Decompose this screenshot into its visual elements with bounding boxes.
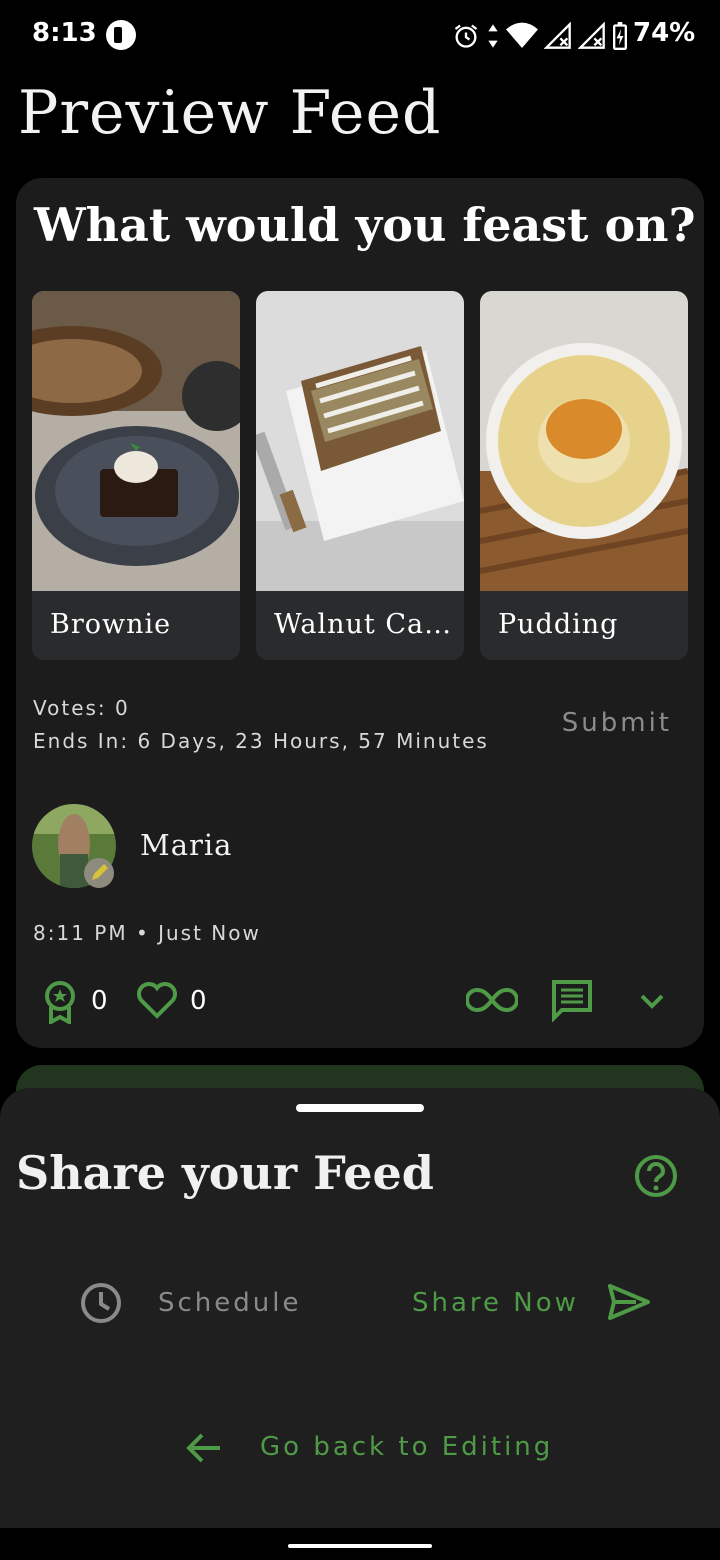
status-bar: 8:13 74% [0, 0, 720, 72]
poll-question: What would you feast on? [34, 198, 696, 252]
signal-icon [544, 22, 571, 49]
comment-icon[interactable] [550, 978, 594, 1022]
schedule-button[interactable]: Schedule [78, 1280, 338, 1330]
clock-icon [81, 1283, 121, 1323]
back-to-editing-button[interactable]: Go back to Editing [184, 1424, 564, 1474]
submit-button[interactable]: Submit [562, 708, 672, 738]
share-now-label: Share Now [412, 1288, 579, 1318]
pudding-photo [480, 291, 688, 591]
share-now-button[interactable]: Share Now [412, 1280, 662, 1330]
post-timestamp: 8:11 PM • Just Now [33, 921, 261, 945]
data-arrows-icon [488, 24, 498, 48]
status-time: 8:13 [32, 18, 97, 48]
wifi-icon [506, 22, 538, 48]
poll-option-pudding[interactable]: Pudding [480, 291, 688, 660]
status-icons [452, 20, 628, 52]
poll-option-label: Brownie [50, 609, 172, 640]
send-icon [608, 1284, 650, 1320]
walnut-cake-photo [256, 291, 464, 591]
heart-icon[interactable] [136, 980, 178, 1020]
help-icon[interactable] [634, 1154, 678, 1198]
back-to-editing-label: Go back to Editing [260, 1432, 554, 1462]
chevron-down-icon[interactable] [636, 986, 668, 1014]
award-count: 0 [91, 986, 108, 1016]
poll-option-brownie[interactable]: Brownie [32, 291, 240, 660]
brownie-photo [32, 291, 240, 591]
app-notification-icon [106, 20, 136, 50]
pencil-badge-icon [84, 858, 114, 888]
system-nav-bar [0, 1528, 720, 1560]
votes-count: Votes: 0 [33, 696, 130, 720]
like-count: 0 [190, 986, 207, 1016]
drag-handle[interactable] [296, 1104, 424, 1112]
poll-option-label: Pudding [498, 609, 619, 640]
battery-percent: 74% [633, 18, 696, 48]
poll-ends-in: Ends In: 6 Days, 23 Hours, 57 Minutes [33, 729, 489, 753]
share-sheet: Share your Feed Schedule Share Now Go ba… [0, 1088, 720, 1528]
page-title: Preview Feed [18, 78, 442, 148]
award-icon[interactable] [42, 980, 78, 1024]
home-gesture-handle[interactable] [288, 1544, 432, 1548]
signal-icon [578, 22, 605, 49]
schedule-label: Schedule [158, 1288, 302, 1318]
infinity-icon[interactable] [466, 986, 518, 1014]
sheet-title: Share your Feed [16, 1146, 434, 1200]
poll-option-walnut-cake[interactable]: Walnut Ca… [256, 291, 464, 660]
poll-card: What would you feast on? Brownie Walnut … [16, 178, 704, 1048]
poll-option-label: Walnut Ca… [274, 609, 452, 640]
author-name[interactable]: Maria [140, 828, 232, 862]
arrow-left-icon [186, 1433, 220, 1463]
post-actions: 0 0 [16, 978, 704, 1026]
battery-charging-icon [613, 22, 627, 50]
alarm-icon [454, 24, 478, 48]
